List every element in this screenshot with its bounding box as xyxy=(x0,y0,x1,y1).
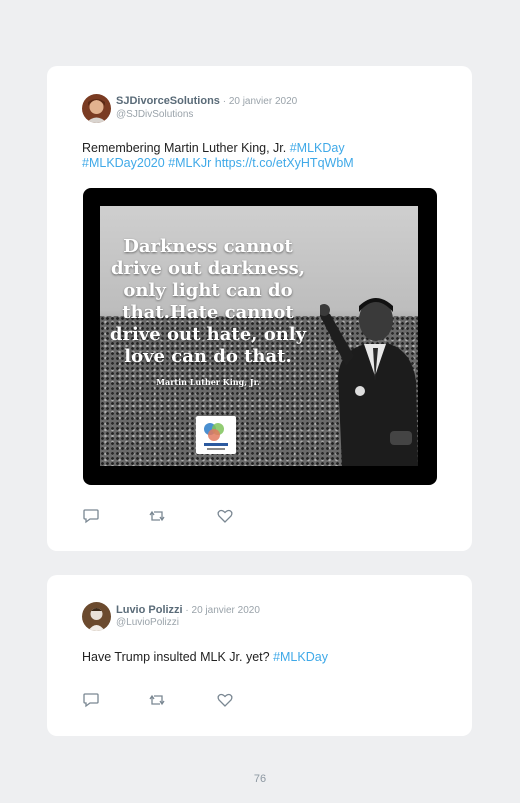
url-link[interactable]: https://t.co/etXyHTqWbM xyxy=(215,156,354,170)
tweet-text: Remembering Martin Luther King, Jr. #MLK… xyxy=(82,141,442,171)
author-name[interactable]: SJDivorceSolutions xyxy=(116,95,220,107)
hashtag-link[interactable]: #MLKJr xyxy=(168,156,211,170)
tweet-card: SJDivorceSolutions · 20 janvier 2020 @SJ… xyxy=(47,66,472,551)
separator: · xyxy=(219,96,229,107)
separator: · xyxy=(182,605,192,616)
tweet-date[interactable]: 20 janvier 2020 xyxy=(229,96,297,107)
hashtag-link[interactable]: #MLKDay2020 xyxy=(82,156,165,170)
author-handle[interactable]: @SJDivSolutions xyxy=(116,109,193,120)
tweet-body-text: Remembering Martin Luther King, Jr. xyxy=(82,141,290,155)
tweet-actions xyxy=(82,691,242,709)
speaker-figure xyxy=(320,298,418,466)
author-handle[interactable]: @LuvioPolizzi xyxy=(116,617,179,628)
tweet-media[interactable]: Darkness cannot drive out darkness, only… xyxy=(83,188,437,485)
tweet-card: Luvio Polizzi · 20 janvier 2020 @LuvioPo… xyxy=(47,575,472,736)
tweet-text: Have Trump insulted MLK Jr. yet? #MLKDay xyxy=(82,650,442,665)
quote-attribution: Martin Luther King, Jr. xyxy=(156,377,260,387)
tweet-date[interactable]: 20 janvier 2020 xyxy=(192,605,260,616)
page-number: 76 xyxy=(253,773,267,785)
tweet-actions xyxy=(82,507,242,525)
quote-text: Darkness cannot drive out darkness, only… xyxy=(109,236,307,367)
reply-icon[interactable] xyxy=(82,691,100,709)
author-name[interactable]: Luvio Polizzi xyxy=(116,604,183,616)
like-icon[interactable] xyxy=(216,691,234,709)
avatar[interactable] xyxy=(82,602,111,631)
like-icon[interactable] xyxy=(216,507,234,525)
hashtag-link[interactable]: #MLKDay xyxy=(273,650,328,664)
retweet-icon[interactable] xyxy=(148,507,166,525)
reply-icon[interactable] xyxy=(82,507,100,525)
hashtag-link[interactable]: #MLKDay xyxy=(290,141,345,155)
avatar[interactable] xyxy=(82,94,111,123)
organization-logo-icon xyxy=(196,416,236,454)
media-photo: Darkness cannot drive out darkness, only… xyxy=(100,206,418,466)
tweet-body-text: Have Trump insulted MLK Jr. yet? xyxy=(82,650,274,664)
retweet-icon[interactable] xyxy=(148,691,166,709)
